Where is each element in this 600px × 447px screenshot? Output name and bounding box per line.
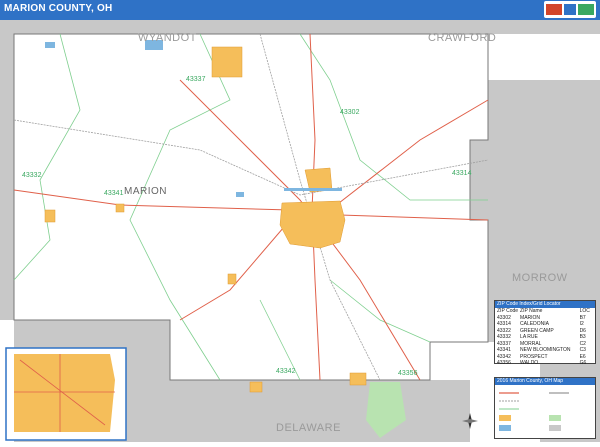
inset-map <box>5 347 127 441</box>
legend-title: 2016 Marion County, OH Map <box>495 378 595 385</box>
map-legend: 2016 Marion County, OH Map <box>494 377 596 439</box>
map-title: MARION COUNTY, OH <box>4 3 113 14</box>
legend-items <box>499 392 569 431</box>
county-label-crawford: CRAWFORD <box>428 32 497 44</box>
zip-label: 43337 <box>186 76 206 83</box>
zip-label: 43332 <box>22 172 42 179</box>
map-publisher-logo-icon <box>544 1 596 18</box>
zip-name: WALDO <box>520 360 539 366</box>
zip-index-title: ZIP Code Index/Grid Locator <box>495 301 595 308</box>
zip-index-table: ZIP Code Index/Grid Locator ZIP Code ZIP… <box>494 300 596 367</box>
table-row: 43356 WALDO G6 <box>495 360 595 367</box>
zip-label: 43341 <box>104 190 124 197</box>
title-bar: MARION COUNTY, OH <box>0 0 600 20</box>
zip-label: 43342 <box>276 368 296 375</box>
zip-loc: G6 <box>579 360 587 366</box>
north-arrow-icon <box>462 413 478 429</box>
county-label-delaware: DELAWARE <box>276 422 341 434</box>
zip-label: 43302 <box>340 109 360 116</box>
county-label-morrow: MORROW <box>512 272 568 284</box>
zip-label: 43314 <box>452 170 472 177</box>
county-label-marion: MARION <box>124 186 167 197</box>
zip-label: 43356 <box>398 370 418 377</box>
zip-code: 43356 <box>497 360 511 366</box>
county-label-wyandot: WYANDOT <box>138 32 197 44</box>
